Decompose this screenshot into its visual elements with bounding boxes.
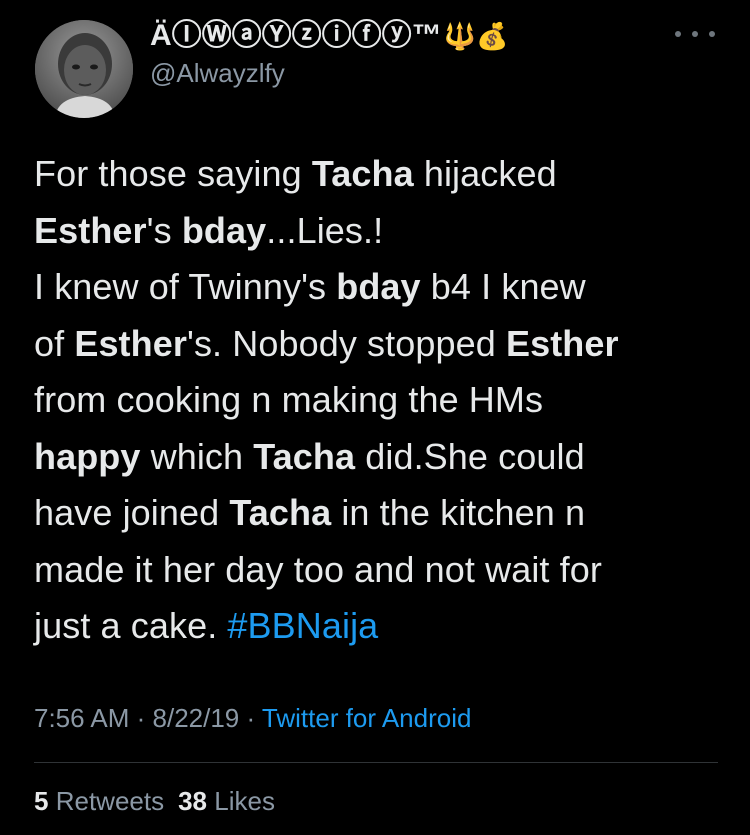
retweets-stat[interactable]: 5 Retweets (34, 786, 164, 816)
likes-count: 38 (178, 786, 208, 816)
profile-photo-icon (35, 20, 133, 118)
text-segment: have joined (34, 492, 230, 533)
tweet-time[interactable]: 7:56 AM (34, 703, 129, 733)
divider (34, 762, 718, 763)
bold-text: Esther (505, 322, 619, 364)
text-segment: b4 I knew (420, 266, 586, 307)
text-segment: hijacked (413, 153, 557, 194)
user-names: ÄⒾⓌⓐⓎⓩⓘⓕⓨ™ 🔱💰 @Alwayzlfy (150, 18, 508, 90)
text-segment: from cooking n making the HMs (34, 379, 544, 420)
dot (675, 31, 681, 37)
text-segment: ...Lies.! (266, 209, 384, 251)
hashtag-link[interactable]: #BBNaija (227, 605, 378, 646)
tweet-text: For those saying Tacha hijacked Esther's … (34, 146, 724, 655)
meta-separator: · (239, 703, 262, 733)
retweets-count: 5 (34, 786, 49, 816)
text-segment: 's. Nobody stopped (186, 322, 506, 364)
tweet-text-line: from cooking n making the HMs (34, 372, 724, 429)
tweet-date[interactable]: 8/22/19 (153, 703, 240, 733)
meta-separator: · (129, 703, 153, 733)
display-name[interactable]: ÄⒾⓌⓐⓎⓩⓘⓕⓨ™ 🔱💰 (150, 18, 508, 54)
bold-text: Tacha (253, 435, 356, 477)
text-segment: just a cake. (34, 605, 228, 646)
tweet-text-line: of Esther's. Nobody stopped Esther (34, 316, 724, 373)
bold-text: bday (181, 209, 267, 251)
text-segment: For those saying (34, 153, 312, 194)
text-segment: in the kitchen n (331, 492, 586, 533)
text-segment: made it her day too and not wait for (34, 548, 602, 590)
tweet-text-line: For those saying Tacha hijacked (34, 146, 724, 203)
tweet-text-line: Esther's bday...Lies.! (34, 203, 724, 260)
text-segment: 's (146, 209, 182, 251)
dot (709, 31, 715, 37)
tweet-text-line: just a cake. #BBNaija (34, 598, 724, 655)
tweet-text-line: made it her day too and not wait for (34, 542, 724, 599)
tweet-text-line: I knew of Twinny's bday b4 I knew (34, 259, 724, 316)
bold-text: Esther (34, 209, 147, 251)
bold-text: Esther (74, 322, 187, 364)
tweet-text-line: have joined Tacha in the kitchen n (34, 485, 724, 542)
user-handle[interactable]: @Alwayzlfy (150, 56, 508, 90)
bold-text: Tacha (311, 153, 414, 194)
tweet-stats: 5 Retweets 38 Likes (34, 781, 275, 821)
display-name-text: ÄⒾⓌⓐⓎⓩⓘⓕⓨ™ (150, 19, 442, 52)
bold-text: Tacha (229, 492, 332, 533)
tweet-text-line: happy which Tacha did.She could (34, 429, 724, 486)
bold-text: happy (34, 435, 141, 477)
likes-label: Likes (214, 786, 275, 816)
tweet-source-link[interactable]: Twitter for Android (262, 703, 472, 733)
bold-text: bday (336, 266, 421, 307)
dot (692, 31, 698, 37)
likes-stat[interactable]: 38 Likes (178, 786, 275, 816)
tweet-header: ÄⒾⓌⓐⓎⓩⓘⓕⓨ™ 🔱💰 @Alwayzlfy (0, 0, 750, 120)
avatar[interactable] (35, 20, 133, 118)
text-segment: which (140, 435, 254, 477)
text-segment: I knew of Twinny's (34, 266, 337, 307)
text-segment: did.She could (355, 435, 585, 477)
trident-moneybag-icon: 🔱💰 (443, 21, 509, 51)
more-options-icon[interactable] (675, 22, 715, 46)
tweet-meta: 7:56 AM · 8/22/19 · Twitter for Android (34, 698, 471, 738)
text-segment: of (34, 322, 75, 364)
retweets-label: Retweets (55, 786, 165, 816)
